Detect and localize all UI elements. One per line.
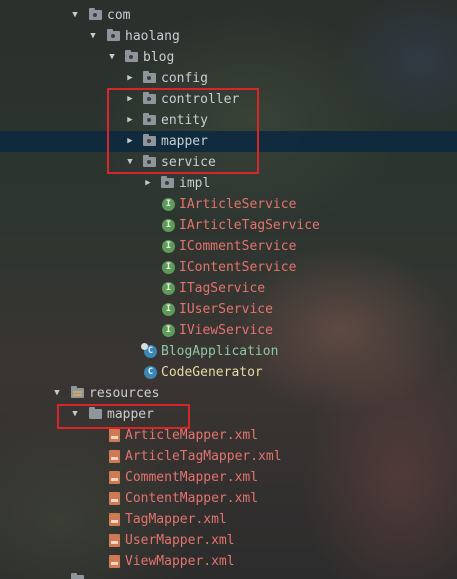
chevron-down-icon[interactable]: ▼	[88, 26, 98, 47]
tree-label: haolang	[125, 29, 180, 44]
xml-file-icon	[109, 429, 120, 442]
tree-row-com[interactable]: ▼ com	[0, 5, 457, 26]
tree-row-blog-application[interactable]: C BlogApplication	[0, 341, 457, 362]
class-icon: C	[144, 366, 157, 379]
annotation-highlight-box	[57, 404, 190, 429]
chevron-right-icon[interactable]: ▶	[125, 68, 135, 89]
xml-file-icon	[109, 471, 120, 484]
tree-row-xml-file[interactable]: CommentMapper.xml	[0, 467, 457, 488]
tree-row-config[interactable]: ▶ config	[0, 68, 457, 89]
chevron-down-icon[interactable]: ▼	[107, 47, 117, 68]
tree-label: IArticleService	[179, 197, 297, 212]
interface-icon: I	[162, 261, 175, 274]
tree-label: com	[107, 8, 131, 23]
tree-label: IArticleTagService	[179, 218, 320, 233]
tree-label: TagMapper.xml	[125, 512, 227, 527]
tree-row-interface[interactable]: I IContentService	[0, 257, 457, 278]
tree-row-resources[interactable]: ▼ resources	[0, 383, 457, 404]
interface-icon: I	[162, 282, 175, 295]
run-config-icon	[141, 343, 148, 350]
interface-icon: I	[162, 324, 175, 337]
package-folder-icon	[161, 176, 174, 188]
tree-label: UserMapper.xml	[125, 533, 235, 548]
tree-row-code-generator[interactable]: C CodeGenerator	[0, 362, 457, 383]
tree-label: IContentService	[179, 260, 297, 275]
resources-folder-icon	[71, 386, 84, 398]
chevron-down-icon[interactable]: ▼	[70, 5, 80, 26]
folder-icon	[71, 573, 84, 579]
tree-label: IViewService	[179, 323, 273, 338]
tree-label: ViewMapper.xml	[125, 554, 235, 569]
tree-row-xml-file[interactable]: ArticleTagMapper.xml	[0, 446, 457, 467]
tree-row-interface[interactable]: I ICommentService	[0, 236, 457, 257]
tree-label: BlogApplication	[161, 344, 279, 359]
tree-row-interface[interactable]: I IArticleTagService	[0, 215, 457, 236]
tree-label: IUserService	[179, 302, 273, 317]
xml-file-icon	[109, 450, 120, 463]
xml-file-icon	[109, 555, 120, 568]
tree-label: CodeGenerator	[161, 365, 263, 380]
tree-row-blog[interactable]: ▼ blog	[0, 47, 457, 68]
interface-icon: I	[162, 240, 175, 253]
tree-label: ICommentService	[179, 239, 297, 254]
tree-label: ArticleTagMapper.xml	[125, 449, 282, 464]
tree-label: blog	[143, 50, 175, 65]
tree-label: ITagService	[179, 281, 266, 296]
tree-row-impl[interactable]: ▶ impl	[0, 173, 457, 194]
interface-icon: I	[162, 198, 175, 211]
tree-row-haolang[interactable]: ▼ haolang	[0, 26, 457, 47]
tree-row-xml-file[interactable]: ViewMapper.xml	[0, 551, 457, 572]
project-tree-panel: ▼ com ▼ haolang ▼ blog ▶ config ▶ contro…	[0, 0, 457, 579]
tree-row-interface[interactable]: I ITagService	[0, 278, 457, 299]
package-folder-icon	[89, 8, 102, 20]
tree-label: ContentMapper.xml	[125, 491, 259, 506]
tree-row-interface[interactable]: I IViewService	[0, 320, 457, 341]
tree-label: CommentMapper.xml	[125, 470, 259, 485]
package-folder-icon	[107, 29, 120, 41]
tree-row-clipped	[0, 573, 457, 579]
package-folder-icon	[143, 71, 156, 83]
tree-row-xml-file[interactable]: UserMapper.xml	[0, 530, 457, 551]
xml-file-icon	[109, 534, 120, 547]
tree-row-xml-file[interactable]: TagMapper.xml	[0, 509, 457, 530]
tree-row-interface[interactable]: I IUserService	[0, 299, 457, 320]
xml-file-icon	[109, 492, 120, 505]
tree-label: config	[161, 71, 208, 86]
tree-row-xml-file[interactable]: ContentMapper.xml	[0, 488, 457, 509]
chevron-right-icon[interactable]: ▶	[143, 173, 153, 194]
interface-icon: I	[162, 219, 175, 232]
chevron-down-icon[interactable]: ▼	[52, 383, 62, 404]
xml-file-icon	[109, 513, 120, 526]
class-icon: C	[141, 343, 157, 358]
package-folder-icon	[125, 50, 138, 62]
interface-icon: I	[162, 303, 175, 316]
tree-row-interface[interactable]: I IArticleService	[0, 194, 457, 215]
tree-label: resources	[89, 386, 160, 401]
tree-label: impl	[179, 176, 211, 191]
annotation-highlight-box	[107, 88, 259, 174]
